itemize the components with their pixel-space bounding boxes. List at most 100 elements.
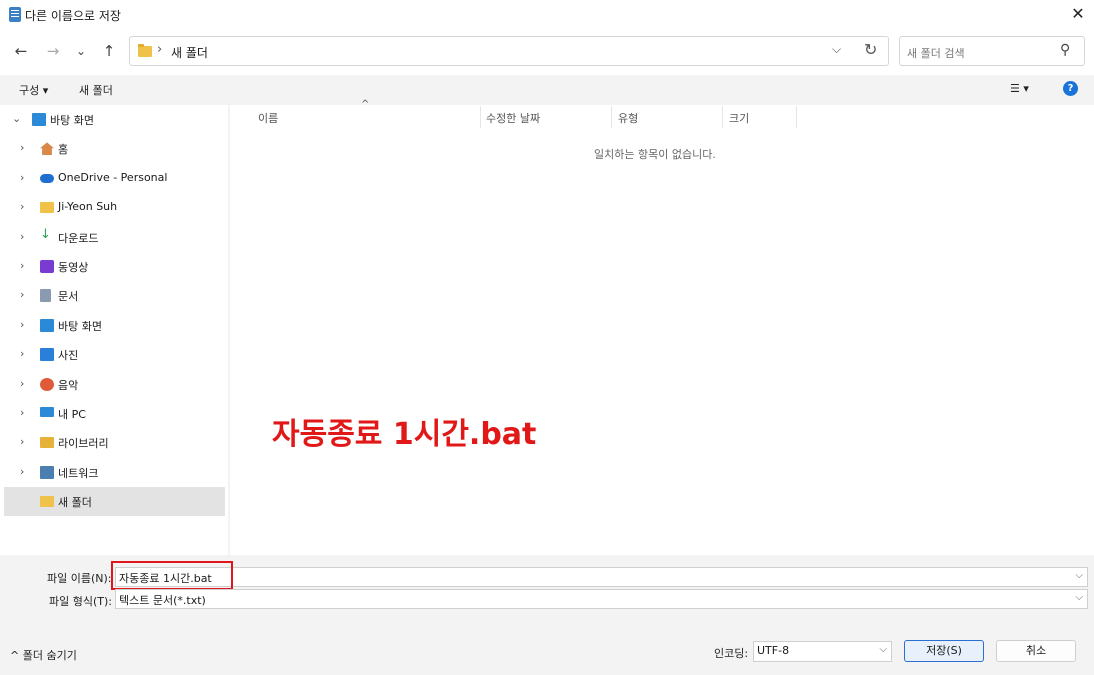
sidebar-item[interactable]: ⌄ 바탕 화면 <box>0 105 228 134</box>
encoding-select[interactable]: UTF-8 ⌵ <box>753 641 892 662</box>
chevron-right-icon[interactable]: › <box>20 171 24 184</box>
chevron-right-icon[interactable]: › <box>20 318 24 331</box>
sidebar-item[interactable]: › ↓ 다운로드 <box>0 223 228 252</box>
address-bar[interactable]: › 새 폴더 ⌵ ↻ <box>129 36 889 66</box>
view-options-icon[interactable]: ☰ ▾ <box>1010 82 1029 95</box>
column-divider[interactable] <box>722 106 723 128</box>
sidebar-item-label: OneDrive - Personal <box>58 170 168 184</box>
sidebar-item[interactable]: › 네트워크 <box>0 458 228 487</box>
column-header-type[interactable]: 유형 <box>618 110 638 126</box>
filename-field[interactable]: 자동종료 1시간.bat ⌵ <box>115 567 1088 587</box>
sidebar-item[interactable]: › 내 PC <box>0 399 228 428</box>
title-bar <box>0 0 1094 30</box>
sidebar-item-label: 다운로드 <box>58 231 99 245</box>
new-folder-button[interactable]: 새 폴더 <box>79 82 113 98</box>
sidebar-item[interactable]: › 사진 <box>0 340 228 369</box>
recent-locations-icon[interactable]: ⌄ <box>70 40 92 62</box>
folder-icon <box>40 496 54 508</box>
sidebar-item[interactable]: 새 폴더 <box>4 487 225 517</box>
sidebar-item[interactable]: › 동영상 <box>0 252 228 281</box>
search-icon[interactable]: ⚲ <box>1060 42 1070 58</box>
close-icon[interactable]: ✕ <box>1068 4 1088 24</box>
sidebar-item-label: 내 PC <box>58 408 86 421</box>
chevron-right-icon[interactable]: › <box>20 435 24 448</box>
sidebar-item[interactable]: › 라이브러리 <box>0 428 228 457</box>
help-icon[interactable]: ? <box>1063 81 1078 96</box>
sidebar-item[interactable]: › Ji-Yeon Suh <box>0 193 228 222</box>
annotation-text: 자동종료 1시간.bat <box>272 417 537 452</box>
sidebar-item[interactable]: › OneDrive - Personal <box>0 164 228 193</box>
sidebar-item[interactable]: › 바탕 화면 <box>0 311 228 340</box>
chevron-down-icon[interactable]: ⌵ <box>1075 592 1083 603</box>
chevron-right-icon[interactable]: › <box>20 288 24 301</box>
chevron-right-icon[interactable]: › <box>20 230 24 243</box>
column-header-name[interactable]: 이름 <box>258 110 278 126</box>
highlight-box <box>111 561 233 590</box>
search-box[interactable]: 새 폴더 검색 ⚲ <box>899 36 1085 66</box>
sidebar-item[interactable]: › 홈 <box>0 134 228 163</box>
chevron-right-icon[interactable]: › <box>20 141 24 154</box>
pc-icon <box>40 407 54 417</box>
save-button[interactable]: 저장(S) <box>904 640 984 662</box>
notepad-icon <box>9 7 21 22</box>
up-icon[interactable]: ↑ <box>98 40 120 62</box>
sidebar-item[interactable]: › 문서 <box>0 281 228 310</box>
chevron-down-icon[interactable]: ⌵ <box>1075 570 1083 581</box>
column-header-modified[interactable]: 수정한 날짜 <box>486 110 540 126</box>
filetype-value: 텍스트 문서(*.txt) <box>119 594 206 607</box>
window-title: 다른 이름으로 저장 <box>25 9 121 23</box>
organize-button[interactable]: 구성 ▾ <box>19 82 48 98</box>
hide-folders-button[interactable]: ^ 폴더 숨기기 <box>10 647 77 663</box>
sidebar-item-label: 바탕 화면 <box>50 114 94 127</box>
column-divider[interactable] <box>480 106 481 128</box>
sidebar-item-label: 문서 <box>58 290 79 304</box>
sort-indicator-icon: ^ <box>361 99 370 110</box>
network-icon <box>40 465 54 479</box>
chevron-right-icon[interactable]: › <box>20 347 24 360</box>
column-header-size[interactable]: 크기 <box>729 110 749 126</box>
desktop-icon <box>32 113 46 126</box>
chevron-right-icon[interactable]: › <box>20 259 24 272</box>
pictures-icon <box>40 348 54 362</box>
chevron-down-icon[interactable]: ⌄ <box>12 112 21 125</box>
sidebar-item[interactable]: › 음악 <box>0 370 228 399</box>
folder-icon <box>40 202 54 214</box>
desktop-icon <box>40 318 54 332</box>
folder-icon <box>138 44 152 57</box>
back-icon[interactable]: ← <box>10 40 32 62</box>
column-divider[interactable] <box>611 106 612 128</box>
empty-folder-message: 일치하는 항목이 없습니다. <box>594 148 716 161</box>
encoding-value: UTF-8 <box>757 644 790 657</box>
column-divider[interactable] <box>796 106 797 128</box>
sidebar-item-label: 라이브러리 <box>58 437 109 451</box>
search-input[interactable]: 새 폴더 검색 <box>907 45 965 61</box>
sidebar-item-label: 음악 <box>58 378 79 392</box>
document-icon <box>40 289 51 303</box>
download-icon: ↓ <box>40 226 51 242</box>
command-bar <box>0 75 1094 105</box>
sidebar-item-label: 동영상 <box>58 261 89 274</box>
filetype-label: 파일 형식(T): <box>49 595 112 608</box>
sidebar-item-label: 사진 <box>58 349 79 363</box>
music-icon <box>40 377 54 391</box>
forward-icon[interactable]: → <box>42 40 64 62</box>
refresh-icon[interactable]: ↻ <box>864 40 877 59</box>
chevron-down-icon[interactable]: ⌵ <box>832 42 841 57</box>
filename-label: 파일 이름(N): <box>47 572 112 585</box>
cancel-button[interactable]: 취소 <box>996 640 1076 662</box>
sidebar-item-label: 홈 <box>58 143 69 157</box>
filetype-select[interactable]: 텍스트 문서(*.txt) ⌵ <box>115 589 1088 609</box>
chevron-right-icon[interactable]: › <box>20 377 24 390</box>
sidebar-item-label: 바탕 화면 <box>58 319 102 333</box>
breadcrumb-current-folder[interactable]: 새 폴더 <box>171 44 208 61</box>
chevron-down-icon[interactable]: ⌵ <box>879 644 887 655</box>
encoding-label: 인코딩: <box>714 647 749 660</box>
chevron-right-icon[interactable]: › <box>20 465 24 478</box>
sidebar-item-label: 네트워크 <box>58 466 99 480</box>
chevron-right-icon[interactable]: › <box>20 406 24 419</box>
cloud-icon <box>40 173 54 183</box>
chevron-right-icon[interactable]: › <box>20 200 24 213</box>
sidebar-item-label: 새 폴더 <box>58 496 92 510</box>
video-icon <box>40 260 54 273</box>
breadcrumb-separator: › <box>157 42 163 57</box>
